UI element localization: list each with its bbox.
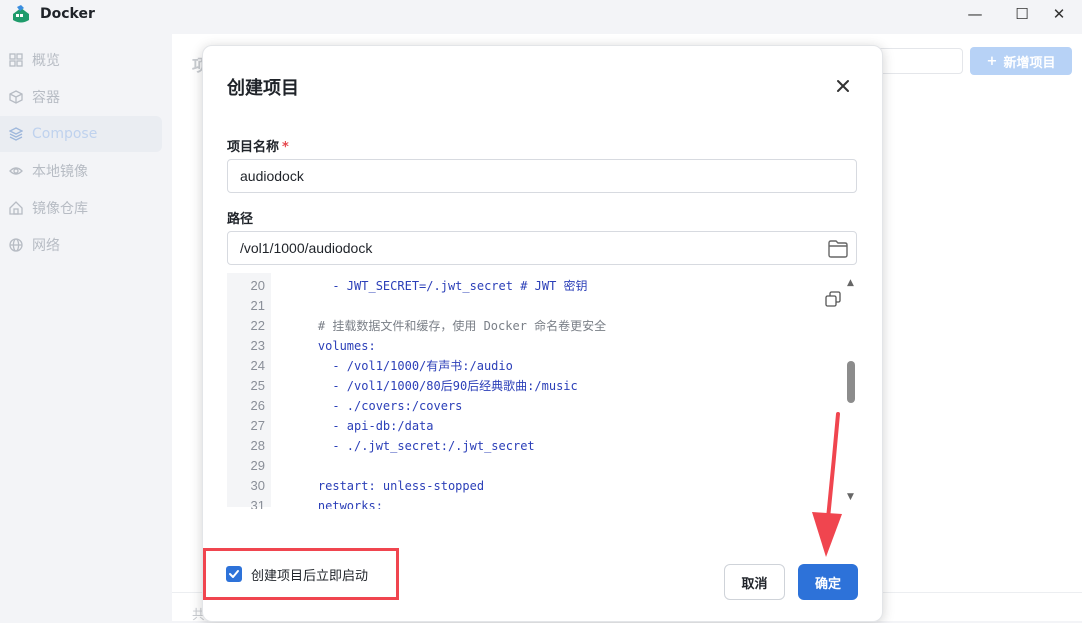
code-text: restart: unless-stopped <box>289 479 485 493</box>
sidebar-item-compose[interactable]: Compose <box>0 116 162 152</box>
new-project-label: 新增项目 <box>1003 55 1056 71</box>
sidebar-item-label: 本地镜像 <box>32 164 88 180</box>
autostart-option-highlight: 创建项目后立即启动 <box>203 548 399 600</box>
code-text: - api-db:/data <box>289 419 434 433</box>
line-number: 25 <box>250 378 265 393</box>
minimize-button[interactable]: — <box>952 0 998 28</box>
code-line: 28 - ./.jwt_secret:/.jwt_secret <box>227 436 827 456</box>
confirm-button[interactable]: 确定 <box>798 564 858 600</box>
code-line: 27 - api-db:/data <box>227 416 827 436</box>
line-number: 26 <box>250 398 265 413</box>
dialog-title: 创建项目 <box>227 78 299 99</box>
compose-code-editor[interactable]: 20 - JWT_SECRET=/.jwt_secret # JWT 密钥 21 2… <box>227 273 857 509</box>
code-line: 24 - /vol1/1000/有声书:/audio <box>227 356 827 376</box>
code-text: networks: <box>289 499 383 509</box>
project-name-label: 项目名称 * <box>227 136 289 155</box>
code-text: - ./covers:/covers <box>289 399 463 413</box>
dialog-close-button[interactable] <box>831 74 855 98</box>
code-text: - /vol1/1000/有声书:/audio <box>289 359 513 373</box>
folder-icon[interactable] <box>828 240 848 258</box>
docker-logo-icon <box>13 5 29 23</box>
line-number: 31 <box>250 498 265 509</box>
path-label-text: 路径 <box>227 212 254 227</box>
path-label: 路径 <box>227 208 253 227</box>
sidebar-item-local-images[interactable]: 本地镜像 <box>0 153 162 189</box>
autostart-checkbox[interactable] <box>226 566 242 582</box>
grid-icon <box>9 53 23 67</box>
code-line: 26 - ./covers:/covers <box>227 396 827 416</box>
copy-icon[interactable] <box>825 291 841 307</box>
close-icon: ✕ <box>1052 5 1066 23</box>
code-line: 29 <box>227 456 827 476</box>
confirm-label: 确定 <box>814 576 841 592</box>
code-text: volumes: <box>289 339 376 353</box>
cancel-button[interactable]: 取消 <box>724 564 785 600</box>
home-icon <box>9 201 23 215</box>
line-number: 22 <box>250 318 265 333</box>
sidebar-item-registry[interactable]: 镜像仓库 <box>0 190 162 226</box>
minimize-icon: — <box>967 5 983 23</box>
project-name-value: audiodock <box>240 168 304 184</box>
line-number: 28 <box>250 438 265 453</box>
autostart-label[interactable]: 创建项目后立即启动 <box>251 565 368 584</box>
code-line: 22 # 挂载数据文件和缓存，使用 Docker 命名卷更安全 <box>227 316 827 336</box>
code-line: 21 <box>227 296 827 316</box>
code-text: - JWT_SECRET=/.jwt_secret # JWT 密钥 <box>289 279 588 293</box>
sidebar-item-label: Compose <box>32 126 98 142</box>
sidebar-item-label: 容器 <box>32 90 60 106</box>
maximize-icon: ☐ <box>1015 5 1029 23</box>
app-title: Docker <box>40 6 95 22</box>
close-icon <box>837 80 849 92</box>
eye-icon <box>9 164 23 178</box>
code-line: 30 restart: unless-stopped <box>227 476 827 496</box>
code-text: - /vol1/1000/80后90后经典歌曲:/music <box>289 379 578 393</box>
line-number: 20 <box>250 278 265 293</box>
line-number: 21 <box>250 298 265 313</box>
search-input[interactable] <box>877 48 963 74</box>
create-project-dialog: 创建项目 项目名称 * audiodock 路径 /vol1/1000/audio… <box>202 45 883 622</box>
new-project-button[interactable]: + 新增项目 <box>970 47 1072 75</box>
layers-icon <box>9 127 23 141</box>
project-name-input[interactable]: audiodock <box>227 159 857 193</box>
scroll-up-arrow-icon[interactable]: ▲ <box>847 278 854 288</box>
line-number: 30 <box>250 478 265 493</box>
sidebar-item-overview[interactable]: 概览 <box>0 42 162 78</box>
scrollbar-thumb[interactable] <box>847 361 855 403</box>
cancel-label: 取消 <box>741 576 768 592</box>
sidebar-item-label: 网络 <box>32 238 60 254</box>
code-line: 20 - JWT_SECRET=/.jwt_secret # JWT 密钥 <box>227 276 827 296</box>
sidebar: 概览 容器 Compose 本地镜像 镜像仓库 网络 <box>0 34 172 621</box>
sidebar-item-network[interactable]: 网络 <box>0 227 162 263</box>
close-window-button[interactable]: ✕ <box>1036 0 1082 28</box>
checkmark-icon <box>229 570 239 578</box>
annotation-arrow-icon <box>812 412 842 557</box>
code-line: 23 volumes: <box>227 336 827 356</box>
line-number: 27 <box>250 418 265 433</box>
sidebar-item-label: 概览 <box>32 53 60 69</box>
globe-icon <box>9 238 23 252</box>
code-text: - ./.jwt_secret:/.jwt_secret <box>289 439 535 453</box>
line-number: 24 <box>250 358 265 373</box>
code-line: 25 - /vol1/1000/80后90后经典歌曲:/music <box>227 376 827 396</box>
title-bar: Docker — ☐ ✕ <box>0 0 1082 34</box>
path-input[interactable]: /vol1/1000/audiodock <box>227 231 857 265</box>
sidebar-item-label: 镜像仓库 <box>32 201 88 217</box>
project-name-label-text: 项目名称 <box>227 140 280 155</box>
required-mark: * <box>282 140 289 155</box>
code-line: 31 networks: <box>227 496 827 509</box>
line-number: 29 <box>250 458 265 473</box>
cube-icon <box>9 90 23 104</box>
line-number: 23 <box>250 338 265 353</box>
plus-icon: + <box>986 53 998 69</box>
code-text: # 挂载数据文件和缓存，使用 Docker 命名卷更安全 <box>289 319 607 333</box>
sidebar-item-containers[interactable]: 容器 <box>0 79 162 115</box>
path-value: /vol1/1000/audiodock <box>240 240 373 256</box>
